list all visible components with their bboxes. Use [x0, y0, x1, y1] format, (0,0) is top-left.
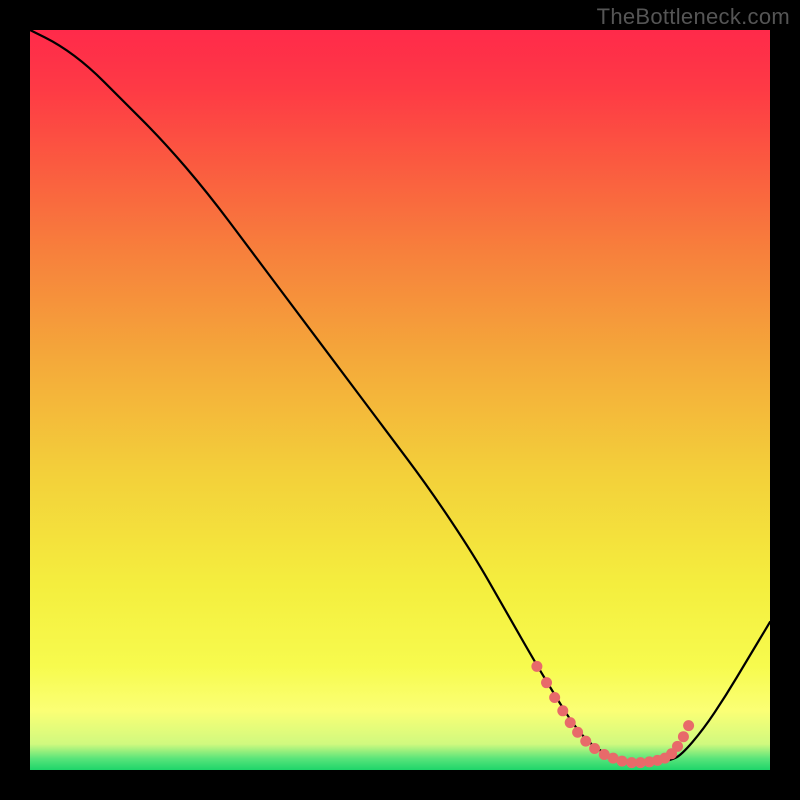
- chart-container: TheBottleneck.com: [0, 0, 800, 800]
- watermark: TheBottleneck.com: [597, 4, 790, 30]
- valley-dot: [549, 692, 560, 703]
- plot-area: [30, 30, 770, 770]
- valley-dot: [557, 705, 568, 716]
- valley-dot: [589, 743, 600, 754]
- gradient-background: [30, 30, 770, 770]
- valley-dot: [678, 731, 689, 742]
- valley-dot: [541, 677, 552, 688]
- valley-dot: [565, 717, 576, 728]
- valley-dot: [672, 741, 683, 752]
- valley-dot: [683, 720, 694, 731]
- valley-dot: [617, 756, 628, 767]
- valley-dot: [572, 727, 583, 738]
- valley-dot: [531, 661, 542, 672]
- chart-svg: [30, 30, 770, 770]
- valley-dot: [580, 736, 591, 747]
